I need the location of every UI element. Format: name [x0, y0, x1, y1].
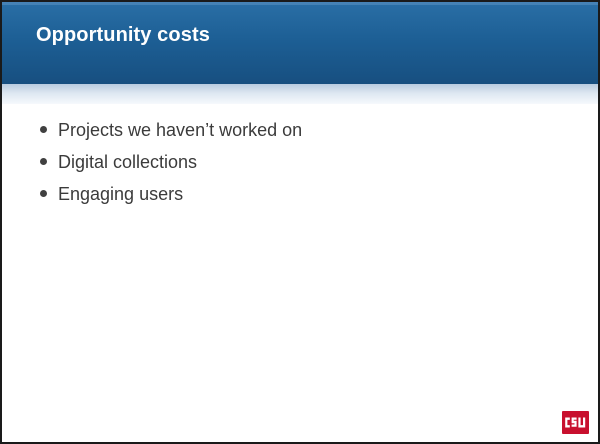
csu-logo-icon: [562, 411, 589, 434]
bullet-text: Engaging users: [58, 184, 184, 204]
slide-title: Opportunity costs: [36, 24, 210, 46]
bullet-dot-icon: [40, 158, 47, 165]
bullet-text: Projects we haven’t worked on: [58, 120, 303, 140]
title-bar: Opportunity costs: [2, 2, 598, 84]
bullet-list: Projects we haven’t worked on Digital co…: [38, 114, 302, 210]
bullet-item-engaging-users: Engaging users: [38, 178, 302, 210]
title-bar-highlight: [2, 2, 598, 5]
bullet-dot-icon: [40, 190, 47, 197]
title-accent-band: [2, 84, 598, 104]
bullet-text: Digital collections: [58, 152, 198, 172]
csu-logo-mark: [565, 417, 586, 428]
bullet-item-digital-collections: Digital collections: [38, 146, 302, 178]
bullet-item-projects: Projects we haven’t worked on: [38, 114, 302, 146]
bullet-dot-icon: [40, 126, 47, 133]
slide: Opportunity costs Projects we haven’t wo…: [0, 0, 600, 444]
